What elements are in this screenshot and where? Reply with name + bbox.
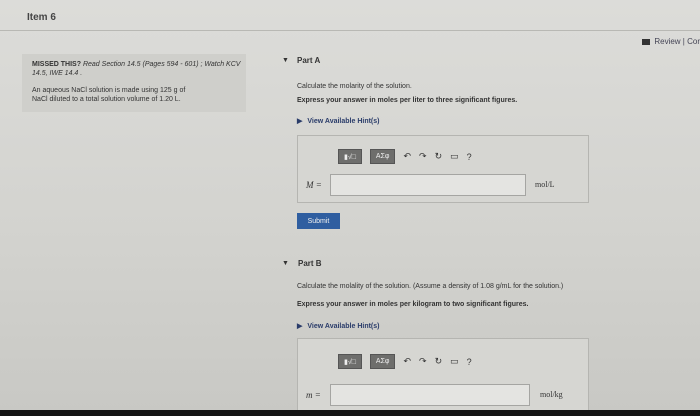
help-icon[interactable]: ?: [467, 357, 472, 367]
part-b-question: Calculate the molality of the solution. …: [297, 283, 564, 290]
missed-title: MISSED THIS?: [32, 61, 82, 68]
part-b-toolbar: ▮√□ ΑΣφ ↶ ↷ ↻ ▭ ?: [338, 354, 472, 369]
part-b-answer-input[interactable]: [330, 384, 530, 406]
hint-label: View Available Hint(s): [307, 117, 380, 125]
hint-arrow-icon: ▶: [297, 323, 303, 330]
part-a-unit: mol/L: [535, 180, 555, 189]
review-link[interactable]: Review | Cor: [642, 37, 700, 46]
part-a-label: Part A: [297, 56, 321, 65]
hint-arrow-icon: ▶: [297, 118, 303, 125]
part-a-hints[interactable]: ▶ View Available Hint(s): [297, 117, 380, 126]
submit-button[interactable]: Submit: [297, 213, 340, 229]
problem-line-1: An aqueous NaCl solution is made using 1…: [32, 87, 186, 94]
undo-icon[interactable]: ↶: [403, 356, 411, 367]
part-a-answer-input[interactable]: [330, 174, 526, 196]
review-label: Review | Cor: [654, 37, 700, 46]
redo-icon[interactable]: ↷: [419, 356, 427, 367]
part-b-hints[interactable]: ▶ View Available Hint(s): [297, 322, 380, 331]
templates-button[interactable]: ▮√□: [338, 149, 362, 164]
part-b-variable: m =: [306, 390, 321, 400]
keyboard-icon[interactable]: ▭: [450, 151, 459, 162]
item-title: Item 6: [27, 12, 56, 23]
greek-symbols-button[interactable]: ΑΣφ: [369, 149, 396, 164]
reset-icon[interactable]: ↻: [435, 151, 443, 162]
screen-bezel: [0, 410, 700, 416]
part-a-question: Calculate the molarity of the solution.: [297, 83, 412, 90]
reset-icon[interactable]: ↻: [435, 356, 443, 367]
part-b-instruction: Express your answer in moles per kilogra…: [297, 301, 529, 308]
undo-icon[interactable]: ↶: [403, 151, 411, 162]
problem-line-2: NaCl diluted to a total solution volume …: [32, 96, 181, 103]
help-icon[interactable]: ?: [467, 152, 472, 162]
collapse-part-b-icon[interactable]: ▼: [282, 260, 289, 267]
part-b-unit: mol/kg: [540, 390, 563, 399]
divider: [0, 30, 700, 31]
part-a-toolbar: ▮√□ ΑΣφ ↶ ↷ ↻ ▭ ?: [338, 149, 472, 164]
collapse-part-a-icon[interactable]: ▼: [282, 57, 289, 64]
missed-this-note: MISSED THIS? Read Section 14.5 (Pages 59…: [32, 60, 242, 78]
part-a-instruction: Express your answer in moles per liter t…: [297, 97, 518, 104]
part-a-variable: M =: [306, 180, 322, 190]
greek-symbols-button[interactable]: ΑΣφ: [369, 354, 396, 369]
review-icon: [642, 38, 651, 45]
hint-label: View Available Hint(s): [307, 322, 380, 330]
part-b-label: Part B: [298, 259, 322, 268]
templates-button[interactable]: ▮√□: [338, 354, 362, 369]
keyboard-icon[interactable]: ▭: [450, 356, 459, 367]
page: Item 6 Review | Cor MISSED THIS? Read Se…: [0, 0, 700, 416]
redo-icon[interactable]: ↷: [419, 151, 427, 162]
problem-statement: An aqueous NaCl solution is made using 1…: [32, 86, 242, 104]
